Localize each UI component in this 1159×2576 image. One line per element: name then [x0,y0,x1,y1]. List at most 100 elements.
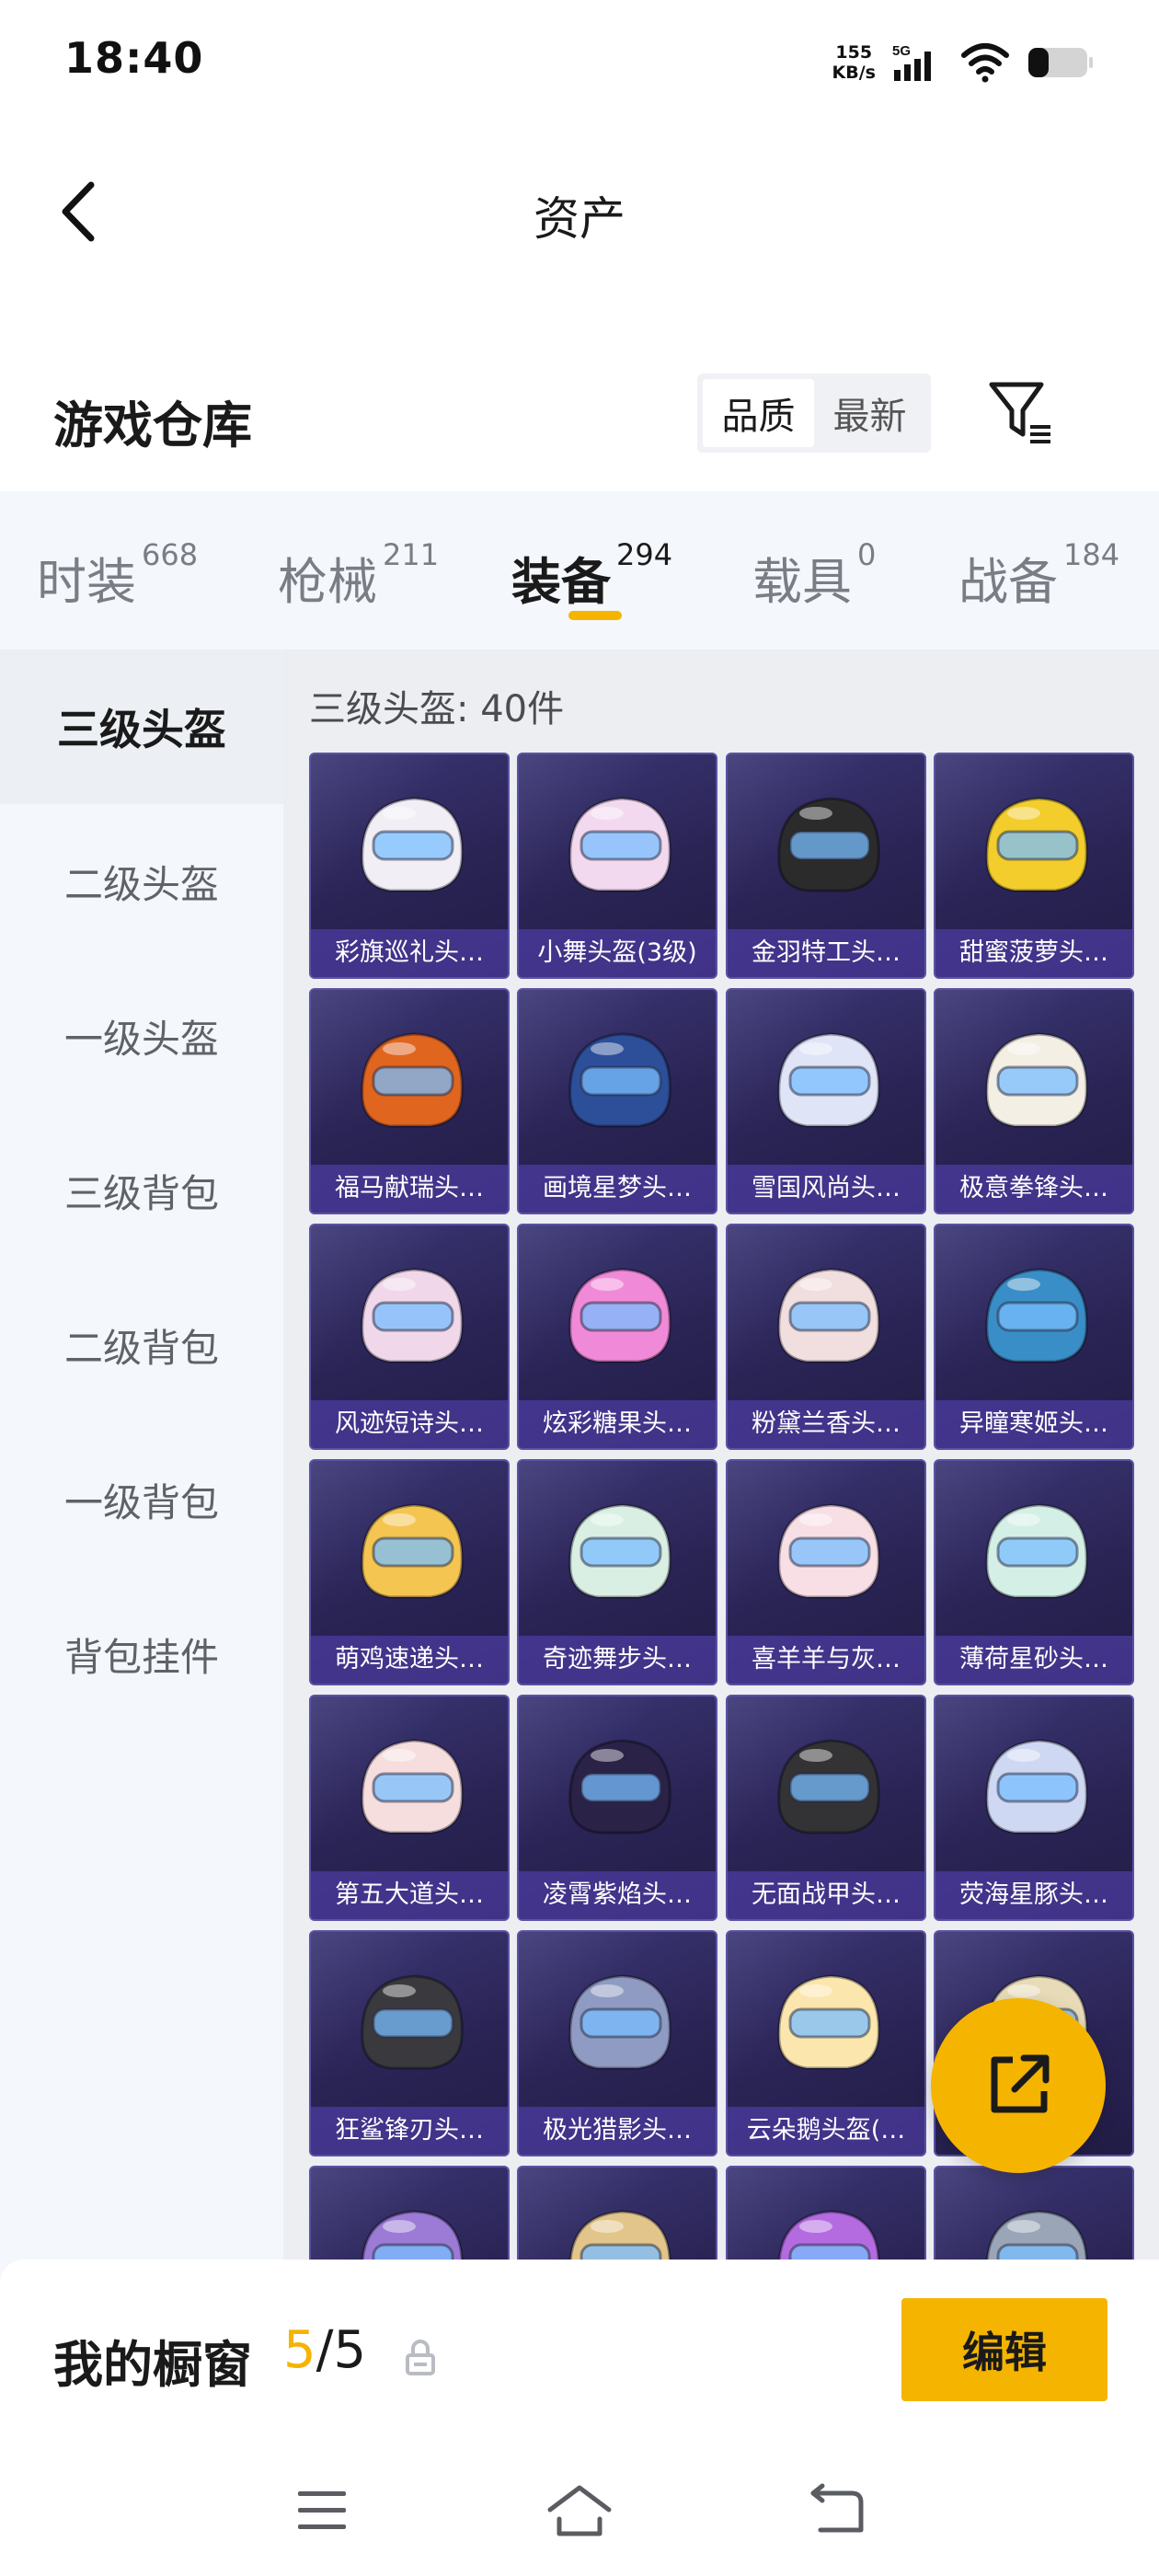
item-card[interactable]: 异瞳寒姬头… [934,1224,1134,1450]
item-card[interactable] [726,2166,926,2260]
helmet-icon [361,1032,464,1128]
menu-button[interactable] [285,2478,359,2543]
item-card[interactable]: 萌鸡速递头… [309,1459,510,1685]
item-name: 福马献瑞头… [311,1165,508,1213]
item-name: 雪国风尚头… [728,1165,924,1213]
tab-equipment[interactable]: 装备 294 [511,537,672,614]
sidebar-item-level3-helmet[interactable]: 三级头盔 [0,650,283,804]
item-card[interactable]: 粉黛兰香头… [726,1224,926,1450]
share-icon [991,2054,1050,2113]
showcase-separator: / [316,2320,334,2380]
item-card[interactable] [517,2166,717,2260]
back-nav-button[interactable] [800,2478,874,2543]
tab-label: 时装 [37,553,136,611]
helmet-icon [361,1974,464,2070]
item-card[interactable]: 极光猎影头… [517,1930,717,2156]
item-card[interactable]: 奇迹舞步头… [517,1459,717,1685]
item-card[interactable]: 狂鲨锋刃头… [309,1930,510,2156]
item-card[interactable]: 小舞头盔(3级) [517,753,717,979]
signal-5g-icon: 5G [892,43,931,81]
item-card[interactable]: 第五大道头… [309,1695,510,1921]
item-card[interactable]: 画境星梦头… [517,988,717,1214]
warehouse-title: 游戏仓库 [53,397,252,454]
tab-vehicles[interactable]: 载具 0 [752,537,876,614]
svg-text:5G: 5G [892,43,911,59]
item-name: 薄荷星砂头… [935,1636,1132,1684]
item-card[interactable]: 凌霄紫焰头… [517,1695,717,1921]
item-name: 小舞头盔(3级) [519,929,716,977]
page-title: 资产 [534,192,625,246]
tab-label: 枪械 [278,553,377,611]
item-card[interactable]: 极意拳锋头… [934,988,1134,1214]
tab-firearms[interactable]: 枪械 211 [278,537,439,614]
sidebar-item-backpack-charm[interactable]: 背包挂件 [0,1577,283,1731]
helmet-icon [361,1739,464,1834]
helmet-icon [361,1503,464,1599]
filter-button[interactable] [986,377,1060,451]
category-tabs: 时装 668 枪械 211 装备 294 载具 0 战备 184 [0,491,1159,650]
filter-icon [989,382,1050,443]
share-button[interactable] [931,1998,1106,2173]
helmet-icon [568,1974,671,2070]
item-card[interactable] [309,2166,510,2260]
tab-supplies[interactable]: 战备 184 [958,537,1119,614]
home-icon [547,2485,612,2536]
item-card[interactable]: 荧海星豚头… [934,1695,1134,1921]
item-name: 云朵鹅头盔(… [728,2107,924,2155]
showcase-bar: 我的橱窗 5/5 编辑 [0,2260,1159,2444]
helmet-icon [777,1974,880,2070]
sort-toggle: 品质 最新 [697,374,931,453]
sort-option-quality[interactable]: 品质 [703,379,814,447]
tab-count: 294 [616,537,673,572]
helmet-icon [568,797,671,892]
item-card[interactable]: 云朵鹅头盔(… [726,1930,926,2156]
sidebar-item-level1-backpack[interactable]: 一级背包 [0,1422,283,1577]
item-card[interactable]: 炫彩糖果头… [517,1224,717,1450]
item-card[interactable]: 风迹短诗头… [309,1224,510,1450]
helmet-icon [777,2210,880,2260]
home-button[interactable] [543,2478,616,2543]
system-nav-bar [0,2444,1159,2576]
item-card[interactable]: 彩旗巡礼头… [309,753,510,979]
helmet-icon [568,1268,671,1363]
tab-count: 0 [857,537,877,572]
active-tab-indicator [568,611,622,620]
edit-button[interactable]: 编辑 [901,2298,1107,2401]
item-name: 金羽特工头… [728,929,924,977]
helmet-icon [777,1032,880,1128]
item-card[interactable]: 无面战甲头… [726,1695,926,1921]
item-card[interactable]: 雪国风尚头… [726,988,926,1214]
helmet-icon [985,2210,1088,2260]
sidebar-item-level1-helmet[interactable]: 一级头盔 [0,959,283,1113]
item-name: 第五大道头… [311,1871,508,1919]
item-name: 粉黛兰香头… [728,1400,924,1448]
app-header: 资产 [0,147,1159,276]
item-name: 彩旗巡礼头… [311,929,508,977]
sort-option-latest[interactable]: 最新 [814,379,925,447]
item-card[interactable]: 喜羊羊与灰… [726,1459,926,1685]
sidebar-item-level2-helmet[interactable]: 二级头盔 [0,804,283,959]
item-name: 异瞳寒姬头… [935,1400,1132,1448]
item-name: 荧海星豚头… [935,1871,1132,1919]
wifi-icon [961,43,1009,83]
item-card[interactable]: 薄荷星砂头… [934,1459,1134,1685]
item-card[interactable]: 甜蜜菠萝头… [934,753,1134,979]
item-name: 无面战甲头… [728,1871,924,1919]
lock-icon [406,2340,435,2375]
sidebar-item-level2-backpack[interactable]: 二级背包 [0,1268,283,1422]
item-card[interactable] [934,2166,1134,2260]
helmet-icon [985,1268,1088,1363]
item-name: 风迹短诗头… [311,1400,508,1448]
tab-count: 184 [1063,537,1120,572]
tab-fashion[interactable]: 时装 668 [37,537,198,614]
status-icons: 155 KB/s 5G [832,37,1095,88]
item-card[interactable]: 金羽特工头… [726,753,926,979]
helmet-icon [777,1268,880,1363]
return-icon [810,2483,864,2533]
tab-label: 载具 [752,553,852,611]
helmet-icon [777,1503,880,1599]
item-card[interactable]: 福马献瑞头… [309,988,510,1214]
battery-icon [1028,48,1093,77]
sidebar-item-level3-backpack[interactable]: 三级背包 [0,1113,283,1268]
item-name: 狂鲨锋刃头… [311,2107,508,2155]
